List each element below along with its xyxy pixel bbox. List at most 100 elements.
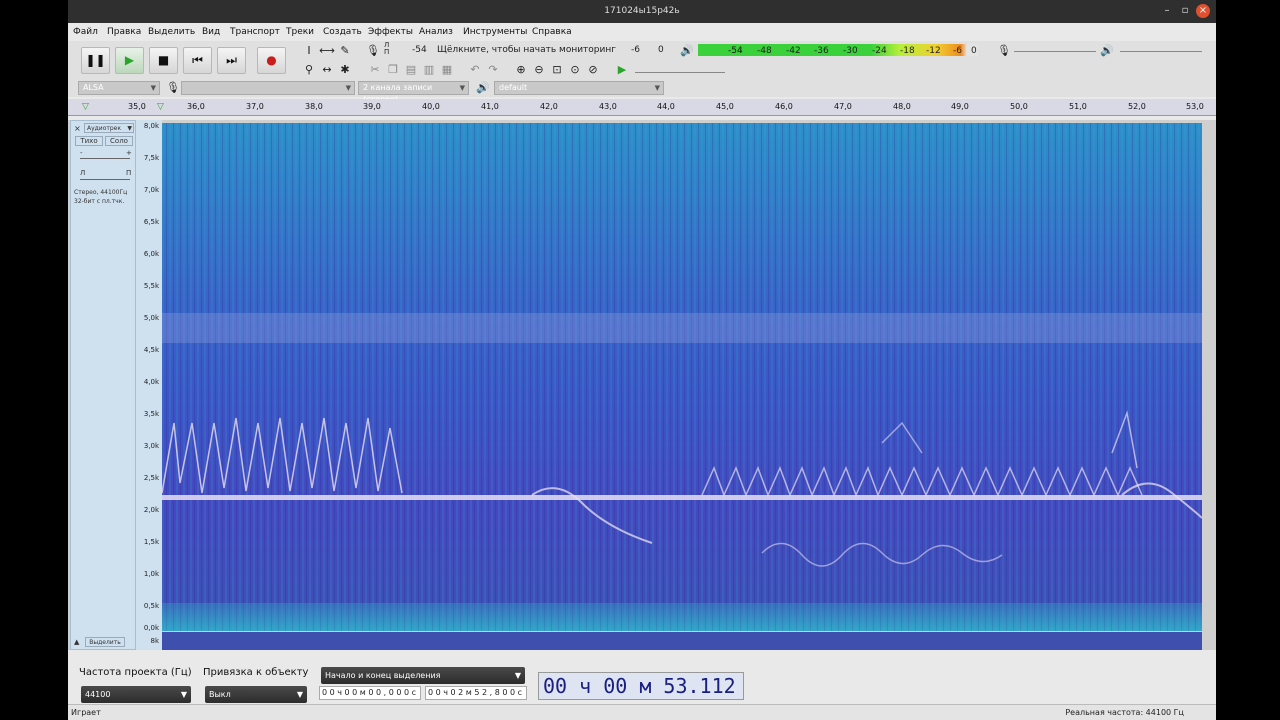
collapse-track-icon[interactable]: ▲ [74,638,79,646]
copy-icon[interactable]: ❐ [385,62,401,78]
menu-tools[interactable]: Инструменты [463,27,527,37]
silence-icon[interactable]: ▦ [439,62,455,78]
freq-label: 6,0k [143,250,159,258]
cut-icon[interactable]: ✂ [367,62,383,78]
record-meter-monitor-text[interactable]: Щёлкните, чтобы начать мониторинг [437,45,616,59]
status-actual-rate: Реальная частота: 44100 Гц [1065,708,1184,717]
freq-label: 3,5k [143,410,159,418]
ruler-tick: 53,0 [1186,102,1204,111]
freq-label: 7,0k [143,186,159,194]
play-button[interactable]: ▶ [115,47,144,74]
undo-icon[interactable]: ↶ [467,62,483,78]
second-channel-strip[interactable] [162,632,1202,650]
zoom-toggle-icon[interactable]: ⊘ [585,62,601,78]
track-close-icon[interactable]: × [74,124,81,133]
select-track-button[interactable]: Выделить [85,637,125,647]
menu-edit[interactable]: Правка [107,27,141,37]
audacity-window: 171024ы15р42ь – ▫ × Файл Правка Выделить… [68,0,1216,720]
menu-select[interactable]: Выделить [148,27,195,37]
snap-to-label: Привязка к объекту [203,667,309,678]
pause-button[interactable]: ❚❚ [81,47,110,74]
menu-effects[interactable]: Эффекты [368,27,413,37]
fit-project-icon[interactable]: ⊙ [567,62,583,78]
selection-mode-select[interactable]: Начало и конец выделения ▼ [321,667,525,684]
recording-channels-select[interactable]: 2 канала записи (стерео)▼ [358,81,469,104]
paste-icon[interactable]: ▤ [403,62,419,78]
chevron-down-icon: ▼ [514,671,521,680]
play-head-marker-icon[interactable]: ▽ [82,102,89,112]
project-rate-select[interactable]: 44100 ▼ [81,686,191,703]
output-volume-slider[interactable] [1120,51,1202,52]
trim-icon[interactable]: ▥ [421,62,437,78]
envelope-tool-icon[interactable]: ⟷ [319,43,335,59]
chevron-down-icon: ▼ [459,84,465,92]
audio-host-select[interactable]: ALSA ▼ [78,81,160,95]
play-position-marker-icon[interactable]: ▽ [157,102,164,112]
gain-slider[interactable] [80,158,130,159]
record-meter-scale-end: 0 [658,45,664,55]
mute-button[interactable]: Тихо [75,136,103,146]
stop-button[interactable]: ■ [149,47,178,74]
ruler-tick: 38,0 [305,102,323,111]
ruler-tick: 50,0 [1010,102,1028,111]
menu-transport[interactable]: Транспорт [230,27,280,37]
freq-label: 6,5k [143,218,159,226]
selection-tool-icon[interactable]: I [301,43,317,59]
minimize-icon[interactable]: – [1160,4,1174,18]
menu-analyze[interactable]: Анализ [419,27,453,37]
draw-tool-icon[interactable]: ✎ [337,43,353,59]
input-volume-slider[interactable] [1014,51,1096,52]
playback-device-select[interactable]: default ▼ [494,81,664,95]
maximize-icon[interactable]: ▫ [1178,4,1192,18]
spectrogram-texture [162,123,1202,631]
playback-meter-tick: 0 [971,46,977,56]
spectrogram-view[interactable] [162,123,1202,631]
menu-tracks[interactable]: Треки [286,27,314,37]
record-meter-mic-icon[interactable]: 🎙 [365,43,381,59]
freq-label: 3,0k [143,442,159,450]
selection-end-time[interactable]: 0 0 ч 0 2 м 5 2 , 8 0 0 с [425,686,527,700]
menu-bar: Файл Правка Выделить Вид Транспорт Треки… [68,23,1216,41]
audio-position-display[interactable]: 00 ч 00 м 53.112 с [538,672,744,720]
chevron-down-icon: ▼ [150,84,156,92]
recording-device-mic-icon: 🎙 [166,81,180,94]
record-meter-scale-mid: -6 [631,45,640,55]
play-at-speed-icon[interactable]: ▶ [614,62,630,78]
timeline-ruler[interactable]: ▽ ▽ 35,0 36,0 37,0 38,0 39,0 40,0 41,0 4… [68,99,1216,116]
solo-button[interactable]: Соло [105,136,133,146]
pan-slider[interactable] [80,179,130,180]
record-meter-scale-start: -54 [412,45,427,55]
track-name-menu[interactable]: Аудиотрек ▼ [84,123,134,133]
zoom-tool-icon[interactable]: ⚲ [301,62,317,78]
ruler-tick: 40,0 [422,102,440,111]
ruler-tick: 35,0 [128,102,146,111]
playback-meter-tick: -48 [757,46,772,56]
skip-start-button[interactable]: ⏮ [183,47,212,74]
freq-label: 1,0k [143,570,159,578]
ruler-tick: 51,0 [1069,102,1087,111]
fit-selection-icon[interactable]: ⊡ [549,62,565,78]
menu-view[interactable]: Вид [202,27,220,37]
redo-icon[interactable]: ↷ [485,62,501,78]
menu-generate[interactable]: Создать [323,27,362,37]
selection-start-time[interactable]: 0 0 ч 0 0 м 0 0 , 0 0 0 с [319,686,421,700]
playback-meter-speaker-icon[interactable]: 🔊 [679,43,695,59]
snap-to-select[interactable]: Выкл ▼ [205,686,307,703]
menu-help[interactable]: Справка [532,27,572,37]
zoom-in-icon[interactable]: ⊕ [513,62,529,78]
record-button[interactable]: ● [257,47,286,74]
skip-end-button[interactable]: ⏭ [217,47,246,74]
ruler-tick: 45,0 [716,102,734,111]
freq-label: 2,5k [143,474,159,482]
ruler-tick: 37,0 [246,102,264,111]
timeshift-tool-icon[interactable]: ↔ [319,62,335,78]
multi-tool-icon[interactable]: ✱ [337,62,353,78]
freq-label: 0,5k [143,602,159,610]
recording-device-select[interactable]: ▼ [181,81,355,95]
playback-meter-tick: -54 [728,46,743,56]
close-icon[interactable]: × [1196,4,1210,18]
zoom-out-icon[interactable]: ⊖ [531,62,547,78]
menu-file[interactable]: Файл [73,27,98,37]
play-speed-slider[interactable] [635,72,725,73]
gain-plus-label: + [126,149,132,157]
